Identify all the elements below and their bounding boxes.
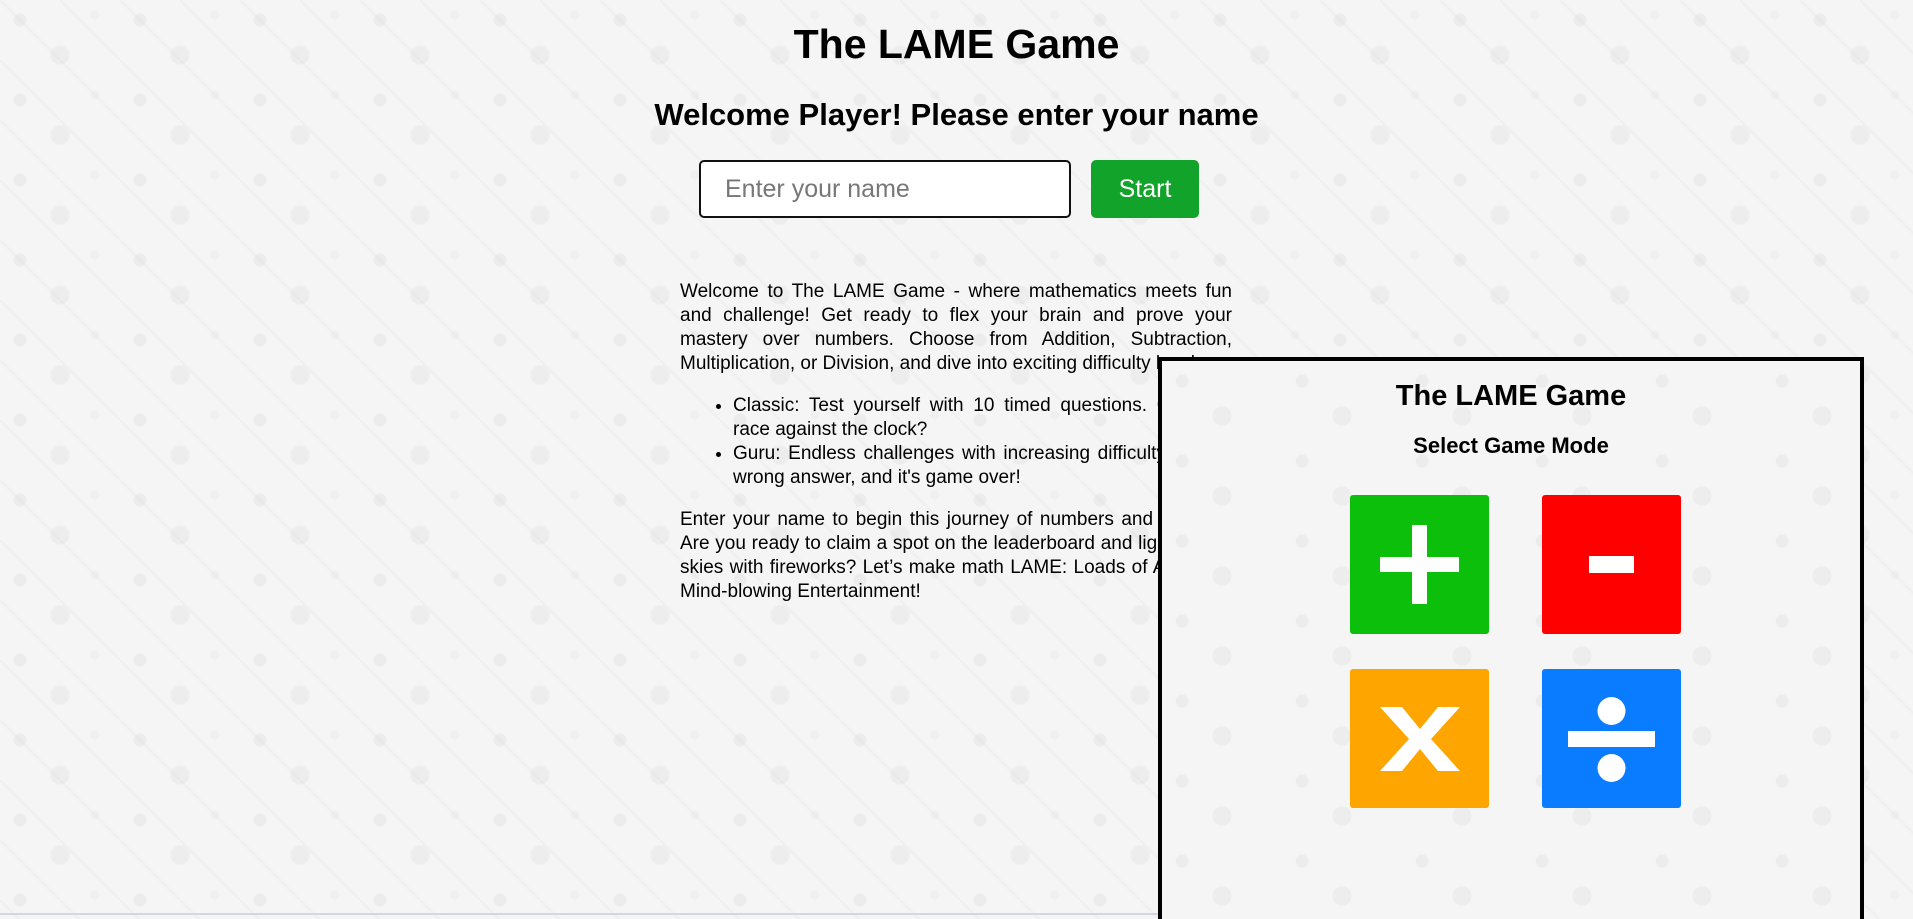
intro-text: Welcome to The LAME Game - where mathema… bbox=[680, 280, 1232, 622]
game-mode-panel: The LAME Game Select Game Mode bbox=[1158, 357, 1864, 919]
page-title: The LAME Game bbox=[793, 21, 1120, 67]
difficulty-list: Classic: Test yourself with 10 timed que… bbox=[680, 394, 1232, 490]
start-button[interactable]: Start bbox=[1091, 160, 1199, 218]
multiplication-mode-button[interactable] bbox=[1350, 669, 1489, 808]
times-icon bbox=[1380, 707, 1460, 771]
welcome-heading: Welcome Player! Please enter your name bbox=[654, 97, 1259, 132]
division-mode-button[interactable] bbox=[1542, 669, 1681, 808]
intro-closing-paragraph: Enter your name to begin this journey of… bbox=[680, 509, 1232, 602]
panel-title: The LAME Game bbox=[1395, 380, 1627, 412]
name-form: Start bbox=[699, 160, 1199, 218]
plus-icon bbox=[1380, 525, 1459, 604]
panel-subtitle: Select Game Mode bbox=[1413, 433, 1609, 458]
minus-icon bbox=[1589, 556, 1634, 573]
name-input[interactable] bbox=[699, 160, 1071, 218]
subtraction-mode-button[interactable] bbox=[1542, 495, 1681, 634]
page-divider bbox=[0, 913, 1158, 915]
divide-icon bbox=[1568, 697, 1655, 782]
addition-mode-button[interactable] bbox=[1350, 495, 1489, 634]
intro-paragraph: Welcome to The LAME Game - where mathema… bbox=[680, 281, 1232, 374]
